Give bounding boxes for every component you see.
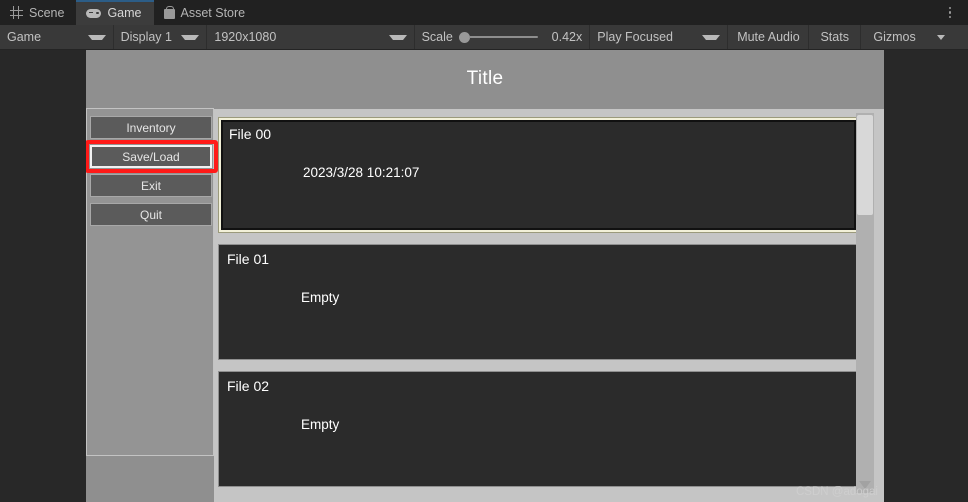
watermark: CSDN @adogai xyxy=(796,486,878,498)
menu-button-inventory-label: Inventory xyxy=(126,120,176,135)
tab-game-label: Game xyxy=(107,5,142,20)
save-file-name: File 02 xyxy=(227,378,270,394)
grid-icon xyxy=(10,6,23,19)
save-file-list-scrollbar[interactable] xyxy=(856,113,874,493)
kebab-menu-icon[interactable] xyxy=(940,0,960,25)
stats-toggle[interactable]: Stats xyxy=(809,25,861,49)
target-display-value: Game xyxy=(7,30,42,44)
scale-slider-group[interactable]: Scale 0.42x xyxy=(415,25,591,49)
save-file-detail: 2023/3/28 10:21:07 xyxy=(303,165,420,180)
chevron-down-icon xyxy=(702,34,721,40)
gamepad-icon xyxy=(86,8,102,18)
display-value: Display 1 xyxy=(120,30,172,44)
gizmos-dropdown[interactable] xyxy=(928,25,954,49)
save-file-list[interactable]: File 00 2023/3/28 10:21:07 File 01 Empty… xyxy=(214,109,884,502)
menu-button-quit[interactable]: Quit xyxy=(90,203,212,226)
chevron-down-icon xyxy=(181,34,200,40)
editor-tab-strip: Scene Game Asset Store xyxy=(0,0,968,25)
chevron-down-icon xyxy=(937,34,946,40)
chevron-down-icon xyxy=(388,34,407,40)
save-file-card-01[interactable]: File 01 Empty xyxy=(218,244,859,360)
menu-button-save-load-label: Save/Load xyxy=(122,149,180,164)
menu-button-inventory[interactable]: Inventory xyxy=(90,116,212,139)
scale-slider-track[interactable] xyxy=(468,35,538,39)
menu-button-quit-label: Quit xyxy=(139,207,162,222)
save-file-detail: Empty xyxy=(301,417,340,432)
save-file-name: File 01 xyxy=(227,251,270,267)
resolution-value: 1920x1080 xyxy=(214,30,277,44)
mute-audio-label: Mute Audio xyxy=(737,30,800,44)
display-dropdown[interactable]: Display 1 xyxy=(114,25,208,49)
menu-button-save-load[interactable]: Save/Load xyxy=(90,145,212,168)
save-file-card-00[interactable]: File 00 2023/3/28 10:21:07 xyxy=(218,117,859,233)
scrollbar-thumb[interactable] xyxy=(857,115,873,215)
tab-scene-label: Scene xyxy=(29,5,65,20)
shopping-bag-icon xyxy=(163,6,175,19)
save-file-detail: Empty xyxy=(301,290,340,305)
scale-value: 0.42x xyxy=(551,30,583,44)
chevron-down-icon xyxy=(87,34,106,40)
save-file-name: File 00 xyxy=(229,126,272,142)
play-mode-value: Play Focused xyxy=(597,30,673,44)
resolution-dropdown[interactable]: 1920x1080 xyxy=(207,25,415,49)
menu-button-exit-label: Exit xyxy=(140,178,161,193)
stats-label: Stats xyxy=(820,30,849,44)
tab-scene[interactable]: Scene xyxy=(0,0,76,25)
game-view-render-area[interactable]: Title Inventory Save/Load Exit Quit File… xyxy=(86,50,884,502)
tab-asset-store[interactable]: Asset Store xyxy=(154,0,258,25)
main-menu-panel: Inventory Save/Load Exit Quit xyxy=(86,108,214,456)
game-title-bar: Title xyxy=(86,50,884,108)
game-view-toolbar: Game Display 1 1920x1080 Scale 0.42x Pla… xyxy=(0,25,968,50)
page-title: Title xyxy=(466,68,504,89)
gizmos-label: Gizmos xyxy=(873,30,916,44)
gizmos-toggle[interactable]: Gizmos xyxy=(861,25,928,49)
tab-asset-store-label: Asset Store xyxy=(180,5,246,20)
target-display-dropdown[interactable]: Game xyxy=(0,25,114,49)
tab-game[interactable]: Game xyxy=(76,0,154,25)
mute-audio-toggle[interactable]: Mute Audio xyxy=(728,25,810,49)
scale-slider[interactable] xyxy=(458,31,538,43)
scale-label: Scale xyxy=(421,30,453,44)
menu-button-exit[interactable]: Exit xyxy=(90,174,212,197)
unity-editor-window: Scene Game Asset Store Game Display 1 19… xyxy=(0,0,968,502)
save-file-card-02[interactable]: File 02 Empty xyxy=(218,371,859,487)
play-mode-dropdown[interactable]: Play Focused xyxy=(590,25,729,49)
